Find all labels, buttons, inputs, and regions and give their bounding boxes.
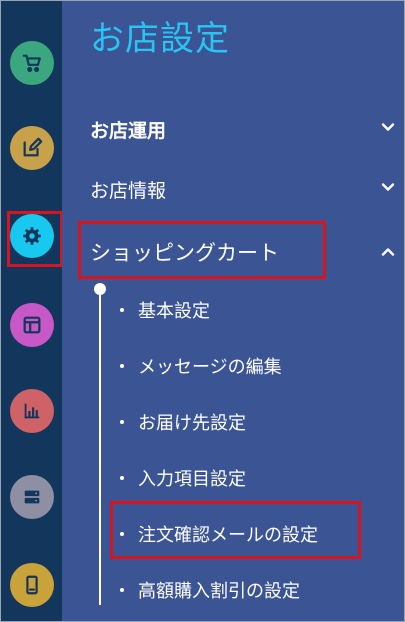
server-icon[interactable] xyxy=(10,475,54,519)
edit-icon[interactable] xyxy=(10,126,54,170)
panel-title: お店設定 xyxy=(90,19,230,59)
bar-chart-icon[interactable] xyxy=(10,389,54,433)
layout-icon[interactable] xyxy=(10,303,54,347)
email-highlight-box xyxy=(110,501,361,559)
cart-item-basic-settings[interactable]: 基本設定 xyxy=(120,297,210,323)
settings-panel: お店設定 お店運用 お店情報 ショッピングカート 基本設定 メッセージの編集 お… xyxy=(62,1,404,621)
cart-item-label: メッセージの編集 xyxy=(138,357,282,378)
cart-item-input-fields[interactable]: 入力項目設定 xyxy=(120,465,246,491)
section-shop-info[interactable]: お店情報 xyxy=(90,176,166,203)
chevron-up-icon[interactable] xyxy=(380,244,396,260)
bullet xyxy=(120,476,124,480)
tree-dot xyxy=(94,283,106,295)
bullet xyxy=(120,420,124,424)
section-shop-operation[interactable]: お店運用 xyxy=(90,116,166,143)
bullet xyxy=(120,308,124,312)
cart-highlight-box xyxy=(78,221,326,279)
bullet xyxy=(120,364,124,368)
cart-item-label: 入力項目設定 xyxy=(138,469,246,490)
chevron-down-icon[interactable] xyxy=(380,179,396,195)
mobile-icon[interactable] xyxy=(10,563,54,607)
tree-line xyxy=(99,289,101,605)
cart-icon[interactable] xyxy=(10,41,54,85)
icon-rail xyxy=(1,1,63,621)
chevron-down-icon[interactable] xyxy=(380,119,396,135)
cart-item-label: 基本設定 xyxy=(138,301,210,322)
cart-item-label: 高額購入割引の設定 xyxy=(138,581,300,602)
cart-item-bulk-discount[interactable]: 高額購入割引の設定 xyxy=(120,577,300,603)
cart-item-delivery-settings[interactable]: お届け先設定 xyxy=(120,409,246,435)
cart-item-label: お届け先設定 xyxy=(138,413,246,434)
gear-highlight-box xyxy=(7,211,63,267)
cart-item-message-edit[interactable]: メッセージの編集 xyxy=(120,353,282,379)
bullet xyxy=(120,588,124,592)
